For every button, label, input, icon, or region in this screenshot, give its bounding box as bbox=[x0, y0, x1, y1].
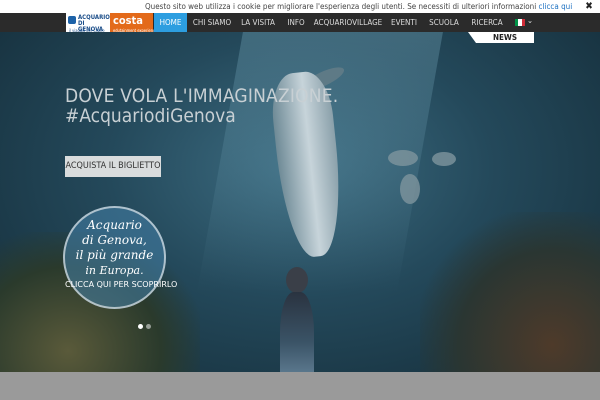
child-head bbox=[286, 267, 308, 293]
nav-item-scuola[interactable]: SCUOLA bbox=[425, 13, 463, 32]
footer-strip bbox=[0, 372, 600, 400]
cookie-text: Questo sito web utilizza i cookie per mi… bbox=[145, 2, 573, 11]
child-illustration bbox=[280, 292, 314, 372]
cookie-bar: Questo sito web utilizza i cookie per mi… bbox=[0, 0, 600, 13]
slider-dots bbox=[138, 314, 154, 333]
nav-item-acquariovillage[interactable]: ACQUARIOVILLAGE bbox=[313, 13, 383, 32]
nav-item-info[interactable]: INFO bbox=[283, 13, 309, 32]
slider-dot-2[interactable] bbox=[146, 324, 151, 329]
badge-cta: CLICCA QUI PER SCOPRIRLO bbox=[65, 280, 178, 289]
manatee-illustration bbox=[388, 150, 418, 166]
hero-headline: DOVE VOLA L'IMMAGINAZIONE. bbox=[65, 85, 339, 107]
badge-line1: Acquario bbox=[87, 218, 142, 232]
chevron-down-icon[interactable]: ⌄ bbox=[527, 16, 533, 25]
buy-ticket-button[interactable]: ACQUISTA IL BIGLIETTO bbox=[65, 156, 161, 177]
badge-line3: il più grande bbox=[75, 248, 154, 262]
hero-hashtag: #AcquariodiGenova bbox=[65, 105, 236, 127]
nav-item-chi-siamo[interactable]: CHI SIAMO bbox=[190, 13, 234, 32]
nav-item-ricerca[interactable]: RICERCA bbox=[467, 13, 507, 32]
coral-reef-right bbox=[420, 212, 600, 372]
close-icon[interactable]: ✖ bbox=[584, 0, 594, 13]
hero-banner bbox=[0, 32, 600, 372]
slider-dot-1[interactable] bbox=[138, 324, 143, 329]
costa-logo-name: costa bbox=[113, 14, 143, 27]
badge-line2: di Genova, bbox=[82, 233, 147, 247]
fish-icon bbox=[68, 16, 76, 24]
cookie-more-info-link[interactable]: clicca qui bbox=[539, 2, 573, 11]
news-tab[interactable]: NEWS bbox=[468, 32, 534, 43]
badge-line4: in Europa. bbox=[85, 264, 144, 277]
nav-item-la-visita[interactable]: LA VISITA bbox=[237, 13, 279, 32]
italian-flag-icon[interactable] bbox=[515, 19, 525, 26]
manatee-illustration bbox=[400, 174, 420, 204]
manatee-illustration bbox=[432, 152, 456, 166]
nav-item-eventi[interactable]: EVENTI bbox=[387, 13, 421, 32]
europe-largest-badge[interactable]: Acquario di Genova, il più grande in Eur… bbox=[63, 206, 178, 309]
nav-item-home[interactable]: HOME bbox=[154, 13, 187, 32]
